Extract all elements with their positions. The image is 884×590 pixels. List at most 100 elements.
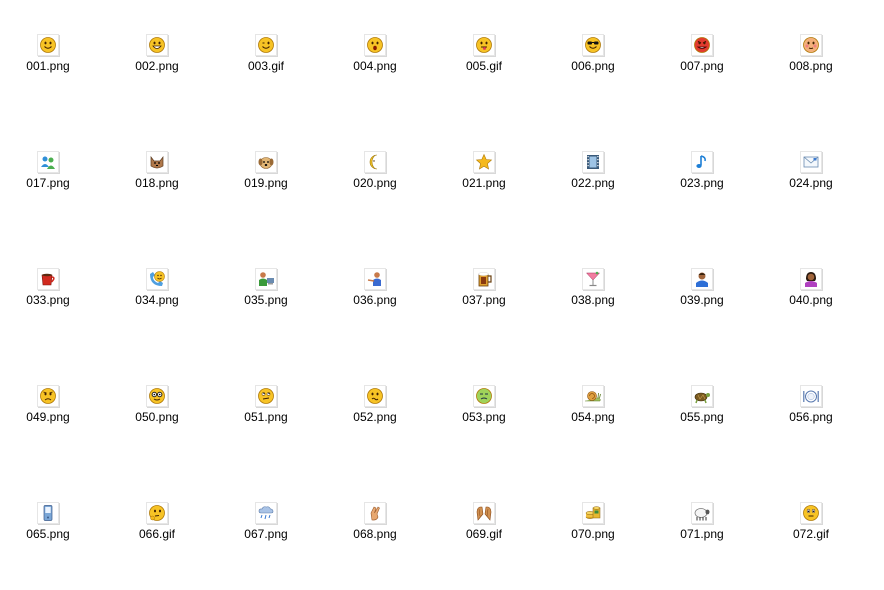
file-name: 034.png — [135, 293, 179, 307]
file-item[interactable]: 019.png — [226, 147, 306, 207]
envelope-icon — [800, 151, 822, 173]
angry-red-icon — [691, 34, 713, 56]
blush-icon — [800, 34, 822, 56]
file-name: 033.png — [26, 293, 70, 307]
file-name: 004.png — [353, 59, 397, 73]
file-item[interactable]: 054.png — [553, 381, 633, 441]
wink-icon — [255, 34, 277, 56]
file-item[interactable]: 003.gif — [226, 30, 306, 90]
tongue-icon — [473, 34, 495, 56]
file-name: 056.png — [789, 410, 833, 424]
file-name: 021.png — [462, 176, 506, 190]
file-name: 053.png — [462, 410, 506, 424]
file-name: 006.png — [571, 59, 615, 73]
file-item[interactable]: 034.png — [117, 264, 197, 324]
file-grid: 001.png 002.png 003.gif 004.png 005.gif 006.p… — [0, 0, 884, 590]
file-item[interactable]: 036.png — [335, 264, 415, 324]
confused-icon — [364, 385, 386, 407]
file-item[interactable]: 033.png — [8, 264, 88, 324]
file-item[interactable]: 006.png — [553, 30, 633, 90]
file-name: 051.png — [244, 410, 288, 424]
file-item[interactable]: 039.png — [662, 264, 742, 324]
file-item[interactable]: 051.png — [226, 381, 306, 441]
file-item[interactable]: 035.png — [226, 264, 306, 324]
file-name: 068.png — [353, 527, 397, 541]
file-name: 038.png — [571, 293, 615, 307]
film-icon — [582, 151, 604, 173]
file-item[interactable]: 021.png — [444, 147, 524, 207]
file-item[interactable]: 052.png — [335, 381, 415, 441]
file-name: 003.gif — [247, 59, 285, 73]
file-item[interactable]: 002.png — [117, 30, 197, 90]
mobile-phone-icon — [37, 502, 59, 524]
sad-icon — [37, 385, 59, 407]
file-item[interactable]: 038.png — [553, 264, 633, 324]
file-item[interactable]: 056.png — [771, 381, 851, 441]
file-item[interactable]: 024.png — [771, 147, 851, 207]
file-name: 019.png — [244, 176, 288, 190]
fingers-crossed-icon — [364, 502, 386, 524]
file-item[interactable]: 055.png — [662, 381, 742, 441]
file-name: 072.gif — [792, 527, 830, 541]
file-name: 020.png — [353, 176, 397, 190]
file-name: 017.png — [26, 176, 70, 190]
file-item[interactable]: 070.png — [553, 498, 633, 558]
file-item[interactable]: 018.png — [117, 147, 197, 207]
file-item[interactable]: 001.png — [8, 30, 88, 90]
file-item[interactable]: 053.png — [444, 381, 524, 441]
file-name: 008.png — [789, 59, 833, 73]
file-item[interactable]: 069.gif — [444, 498, 524, 558]
file-item[interactable]: 068.png — [335, 498, 415, 558]
file-name: 071.png — [680, 527, 724, 541]
cat-icon — [146, 151, 168, 173]
file-name: 070.png — [571, 527, 615, 541]
sick-icon — [473, 385, 495, 407]
file-item[interactable]: 072.gif — [771, 498, 851, 558]
file-item[interactable]: 005.gif — [444, 30, 524, 90]
file-item[interactable]: 071.png — [662, 498, 742, 558]
file-name: 018.png — [135, 176, 179, 190]
file-item[interactable]: 065.png — [8, 498, 88, 558]
file-item[interactable]: 004.png — [335, 30, 415, 90]
file-item[interactable]: 023.png — [662, 147, 742, 207]
file-item[interactable]: 040.png — [771, 264, 851, 324]
file-name: 001.png — [26, 59, 70, 73]
coins-icon — [582, 502, 604, 524]
file-name: 067.png — [244, 527, 288, 541]
file-name: 054.png — [571, 410, 615, 424]
snail-icon — [582, 385, 604, 407]
music-note-icon — [691, 151, 713, 173]
file-item[interactable]: 022.png — [553, 147, 633, 207]
phone-smiley-icon — [146, 268, 168, 290]
file-name: 002.png — [135, 59, 179, 73]
file-item[interactable]: 037.png — [444, 264, 524, 324]
nerd-glasses-icon — [146, 385, 168, 407]
turtle-icon — [691, 385, 713, 407]
file-item[interactable]: 008.png — [771, 30, 851, 90]
file-name: 055.png — [680, 410, 724, 424]
clapping-hands-icon — [473, 502, 495, 524]
plate-icon — [800, 385, 822, 407]
cocktail-icon — [582, 268, 604, 290]
star-icon — [473, 151, 495, 173]
file-item[interactable]: 007.png — [662, 30, 742, 90]
file-item[interactable]: 050.png — [117, 381, 197, 441]
file-name: 066.gif — [138, 527, 176, 541]
file-item[interactable]: 067.png — [226, 498, 306, 558]
eye-roll-icon — [255, 385, 277, 407]
file-item[interactable]: 066.gif — [117, 498, 197, 558]
file-name: 007.png — [680, 59, 724, 73]
person-pointing-icon — [364, 268, 386, 290]
file-name: 024.png — [789, 176, 833, 190]
rain-cloud-icon — [255, 502, 277, 524]
file-item[interactable]: 049.png — [8, 381, 88, 441]
boy-icon — [691, 268, 713, 290]
file-item[interactable]: 017.png — [8, 147, 88, 207]
surprised-icon — [364, 34, 386, 56]
smile-icon — [37, 34, 59, 56]
file-item[interactable]: 020.png — [335, 147, 415, 207]
girl-icon — [800, 268, 822, 290]
people-icon — [37, 151, 59, 173]
file-name: 050.png — [135, 410, 179, 424]
file-name: 022.png — [571, 176, 615, 190]
